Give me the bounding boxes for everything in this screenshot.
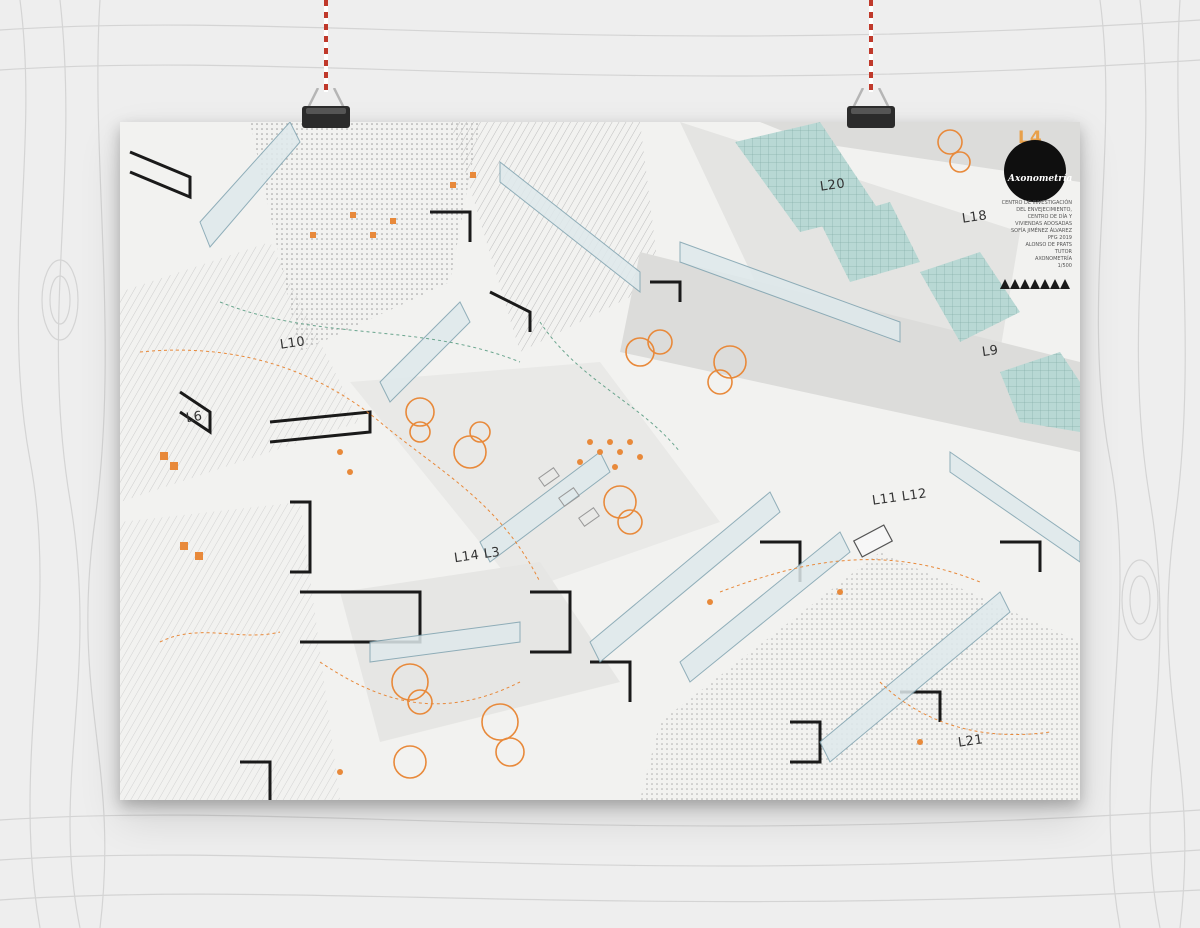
architecture-poster: L20 L18 L9 L10 L6 L11 L12 L14 L3 L21 L4 … (120, 122, 1080, 800)
binder-clip-icon (847, 88, 895, 128)
info-line: CENTRO DE INVESTIGACIÓN (1001, 200, 1072, 206)
badge-title: Axonometría (1008, 174, 1073, 184)
axonometric-plan-drawing (120, 122, 1080, 800)
right-hanging-string (869, 0, 873, 92)
binder-clip-icon (302, 88, 350, 128)
info-line: VIVIENDAS ADOSADAS (1015, 221, 1072, 227)
plan-label-l6: L6 (185, 408, 204, 427)
info-line: DEL ENVEJECIMIENTO, (1016, 207, 1072, 213)
info-line: SOFÍA JIMÉNEZ ÁLVAREZ (1010, 228, 1072, 234)
plan-label-l9: L9 (981, 342, 1000, 361)
project-info-block: CENTRO DE INVESTIGACIÓN DEL ENVEJECIMIEN… (998, 200, 1072, 270)
info-line: CENTRO DE DÍA Y (1027, 214, 1072, 220)
info-line: TUTOR (1054, 249, 1072, 255)
left-hanging-string (324, 0, 328, 92)
info-line: AXONOMETRÍA (1034, 256, 1072, 262)
info-line: PFG 2019 (1047, 235, 1072, 241)
info-line: ALONSO DE PRATS (1025, 242, 1072, 248)
decorative-triangle-strip (1000, 279, 1070, 289)
info-line: 1/500 (1057, 263, 1072, 269)
title-badge (1004, 140, 1066, 202)
